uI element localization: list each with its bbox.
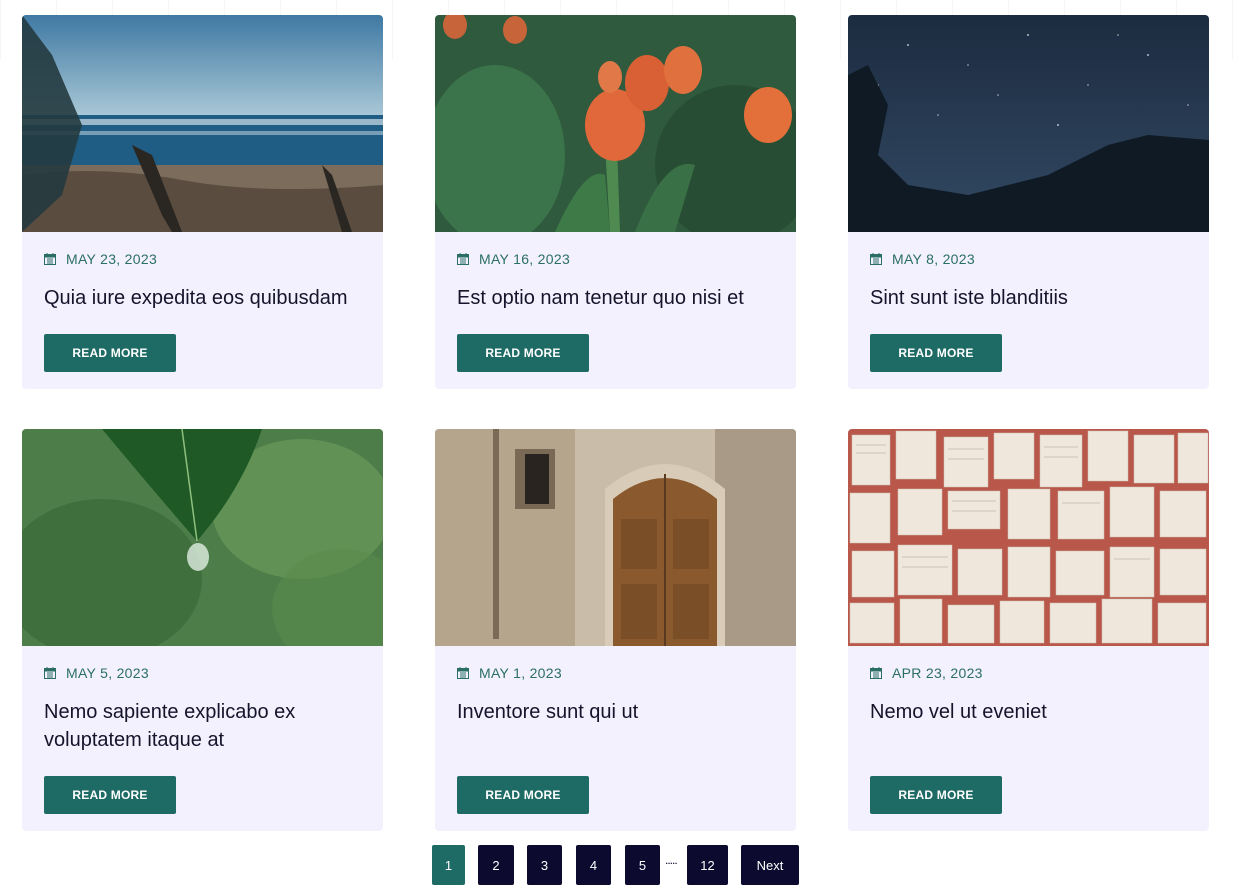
post-date: MAY 23, 2023 [44, 251, 157, 267]
post-title[interactable]: Nemo sapiente explicabo ex voluptatem it… [44, 698, 364, 754]
wooden-door-photo[interactable] [435, 429, 796, 646]
post-card: MAY 23, 2023 Quia iure expedita eos quib… [22, 15, 383, 389]
page-button-2[interactable]: 2 [478, 845, 514, 885]
pagination: 1 2 3 4 5 ..... 12 Next [0, 845, 1233, 885]
post-date-text: MAY 5, 2023 [66, 665, 149, 681]
calendar-icon [44, 253, 56, 265]
read-more-button[interactable]: READ MORE [457, 334, 589, 372]
post-date-text: APR 23, 2023 [892, 665, 983, 681]
sheet-music-photo[interactable] [848, 429, 1209, 646]
page-button-1[interactable]: 1 [432, 845, 465, 885]
read-more-button[interactable]: READ MORE [457, 776, 589, 814]
read-more-button[interactable]: READ MORE [44, 776, 176, 814]
post-date-text: MAY 8, 2023 [892, 251, 975, 267]
page-button-3[interactable]: 3 [527, 845, 562, 885]
post-date: MAY 1, 2023 [457, 665, 562, 681]
calendar-icon [870, 253, 882, 265]
read-more-button[interactable]: READ MORE [870, 334, 1002, 372]
post-card: MAY 8, 2023 Sint sunt iste blanditiis RE… [848, 15, 1209, 389]
post-date: MAY 16, 2023 [457, 251, 570, 267]
post-date: APR 23, 2023 [870, 665, 983, 681]
calendar-icon [457, 667, 469, 679]
post-card: MAY 16, 2023 Est optio nam tenetur quo n… [435, 15, 796, 389]
page-button-4[interactable]: 4 [576, 845, 611, 885]
page-button-5[interactable]: 5 [625, 845, 660, 885]
post-card: MAY 1, 2023 Inventore sunt qui ut READ M… [435, 429, 796, 831]
post-date-text: MAY 1, 2023 [479, 665, 562, 681]
page-button-last[interactable]: 12 [687, 845, 728, 885]
calendar-icon [870, 667, 882, 679]
read-more-button[interactable]: READ MORE [870, 776, 1002, 814]
post-title[interactable]: Sint sunt iste blanditiis [870, 284, 1190, 312]
calendar-icon [457, 253, 469, 265]
post-title[interactable]: Inventore sunt qui ut [457, 698, 777, 726]
tulips-photo[interactable] [435, 15, 796, 232]
night-sky-photo[interactable] [848, 15, 1209, 232]
post-date-text: MAY 23, 2023 [66, 251, 158, 267]
post-date-text: MAY 16, 2023 [479, 251, 571, 267]
post-title[interactable]: Quia iure expedita eos quibusdam [44, 284, 364, 312]
leaf-drop-photo[interactable] [22, 429, 383, 646]
post-date: MAY 5, 2023 [44, 665, 149, 681]
post-card: APR 23, 2023 Nemo vel ut eveniet READ MO… [848, 429, 1209, 831]
post-date: MAY 8, 2023 [870, 251, 975, 267]
next-page-button[interactable]: Next [741, 845, 799, 885]
read-more-button[interactable]: READ MORE [44, 334, 176, 372]
post-card: MAY 5, 2023 Nemo sapiente explicabo ex v… [22, 429, 383, 831]
beach-photo[interactable] [22, 15, 383, 232]
post-title[interactable]: Nemo vel ut eveniet [870, 698, 1190, 726]
pagination-ellipsis: ..... [665, 853, 678, 867]
post-title[interactable]: Est optio nam tenetur quo nisi et [457, 284, 777, 312]
calendar-icon [44, 667, 56, 679]
